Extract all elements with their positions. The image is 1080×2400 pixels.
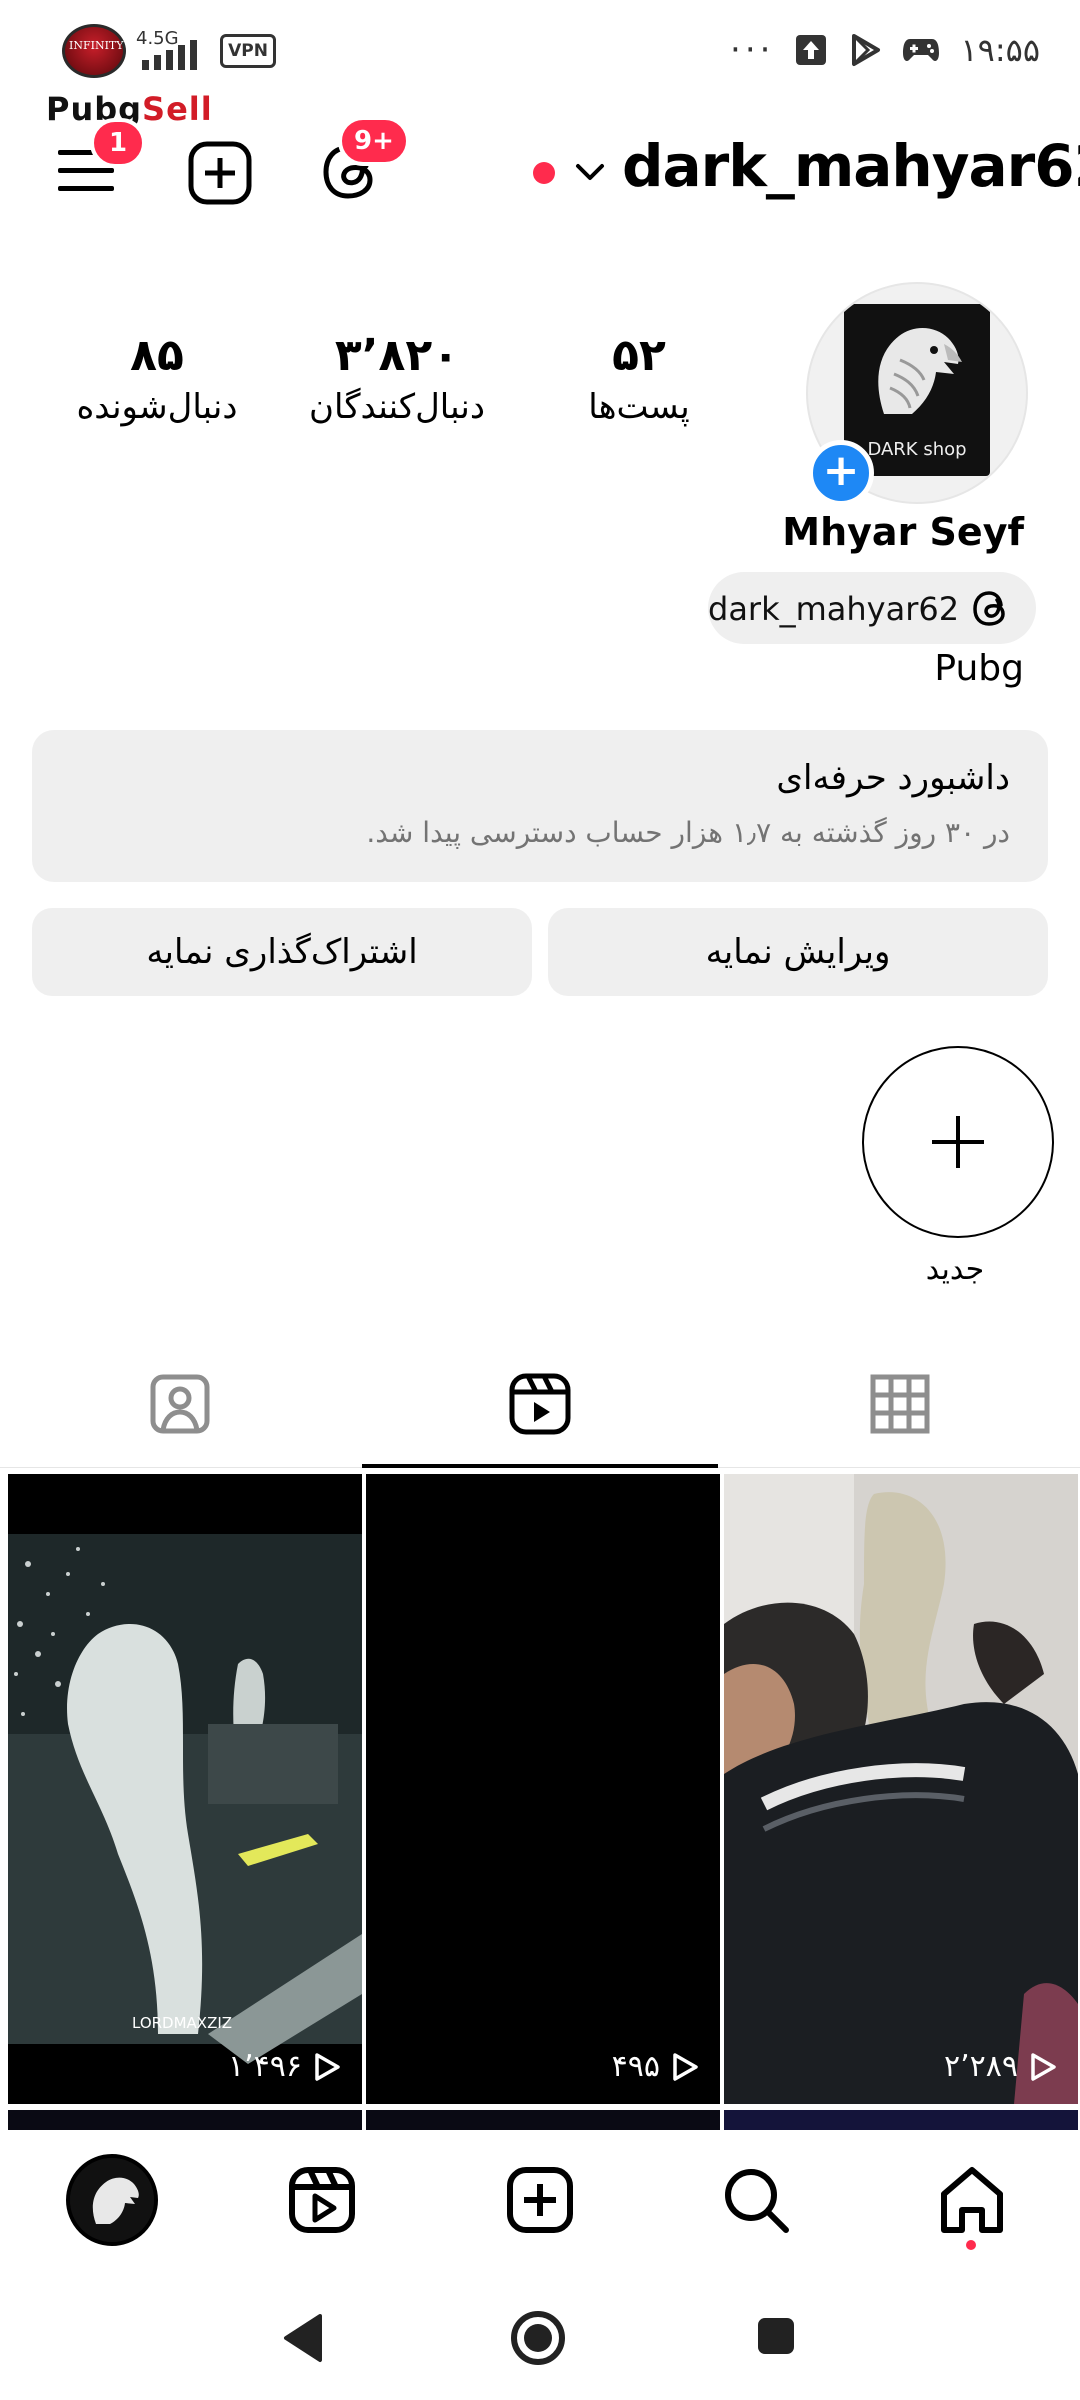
reel-view-count: ۴۹۵ xyxy=(611,2049,660,2084)
active-tab-indicator xyxy=(362,1464,718,1468)
threads-notification-badge: 9+ xyxy=(338,116,410,166)
threads-handle: dark_mahyar62 xyxy=(708,590,960,628)
bottom-navigation xyxy=(0,2136,1080,2276)
create-post-icon[interactable] xyxy=(187,140,253,206)
back-icon[interactable] xyxy=(280,2312,326,2364)
home-icon[interactable] xyxy=(932,2160,1012,2240)
play-icon xyxy=(1031,2052,1056,2081)
gamepad-icon xyxy=(903,39,940,61)
home-system-icon[interactable] xyxy=(508,2308,568,2368)
display-name: Mhyar Seyf xyxy=(782,510,1024,554)
following-stat[interactable]: ۸۵ دنبال‌شونده xyxy=(42,330,272,427)
home-notification-dot xyxy=(966,2240,976,2250)
followers-label: دنبال‌کنندگان xyxy=(309,387,485,427)
new-highlight-label: جدید xyxy=(925,1252,985,1287)
tagged-person-icon xyxy=(150,1374,210,1434)
account-status-dot xyxy=(533,162,555,184)
add-story-plus-icon[interactable]: + xyxy=(808,440,874,506)
plus-icon xyxy=(932,1116,984,1168)
nav-profile-avatar[interactable] xyxy=(66,2154,158,2246)
dashboard-subtitle: در ۳۰ روز گذشته به ۱٫۷ هزار حساب دسترسی … xyxy=(366,816,1010,849)
reel-views: ۱٬۴۹۶ xyxy=(228,2049,342,2084)
grid-icon xyxy=(870,1374,930,1434)
posts-label: پست‌ها xyxy=(588,387,690,427)
tab-reels[interactable] xyxy=(360,1340,720,1470)
reel-views: ۴۹۵ xyxy=(612,2049,700,2084)
reels-grid: LORDMAXZIZ ۱٬۴۹۶ ۴۹۵ ۲٬۲۸۹ xyxy=(8,1474,1080,2104)
status-bar: INFINITY PubgSell 4.5G VPN ··· ۱۹:۵۵ xyxy=(0,0,1080,128)
new-highlight-button[interactable] xyxy=(862,1046,1054,1238)
avatar-image: DARK shop xyxy=(844,304,990,476)
edit-profile-button[interactable]: ویرایش نمایه xyxy=(548,908,1048,996)
vpn-indicator: VPN xyxy=(220,34,276,68)
create-nav-icon[interactable] xyxy=(500,2160,580,2240)
reel-1-image xyxy=(8,1534,362,2064)
status-right: ··· ۱۹:۵۵ xyxy=(730,30,1040,70)
clock: ۱۹:۵۵ xyxy=(960,31,1040,69)
play-icon xyxy=(315,2052,340,2081)
threads-icon xyxy=(973,591,1005,626)
reels-nav-icon[interactable] xyxy=(282,2160,362,2240)
dashboard-title: داشبورد حرفه‌ای xyxy=(776,758,1010,798)
search-icon[interactable] xyxy=(716,2160,796,2240)
reel-views: ۲٬۲۸۹ xyxy=(944,2049,1058,2084)
tab-grid[interactable] xyxy=(720,1340,1080,1470)
tab-tagged[interactable] xyxy=(0,1340,360,1470)
reel-thumbnail-partial[interactable] xyxy=(724,2110,1078,2130)
account-switcher-username[interactable]: dark_mahyar62 xyxy=(622,132,1080,200)
threads-profile-link[interactable]: dark_mahyar62 xyxy=(708,572,1036,644)
followers-count: ۳٬۸۲۰ xyxy=(334,330,460,381)
reel-view-count: ۲٬۲۸۹ xyxy=(944,2049,1018,2084)
following-count: ۸۵ xyxy=(130,330,184,381)
more-dots-icon: ··· xyxy=(730,30,775,70)
signal-icon xyxy=(142,40,197,70)
reel-thumbnail[interactable]: ۲٬۲۸۹ xyxy=(724,1474,1078,2104)
profile-bio: Pubg xyxy=(934,648,1024,689)
reel-thumbnail-partial[interactable] xyxy=(8,2110,362,2130)
reels-icon xyxy=(509,1373,571,1435)
reel-watermark: LORDMAXZIZ xyxy=(132,2014,233,2032)
play-icon xyxy=(673,2052,698,2081)
system-navigation-bar xyxy=(0,2276,1080,2400)
recents-icon[interactable] xyxy=(754,2314,798,2358)
eagle-logo-icon xyxy=(878,327,962,414)
upload-icon xyxy=(796,35,827,65)
posts-count: ۵۲ xyxy=(612,330,666,381)
share-profile-button[interactable]: اشتراک‌گذاری نمایه xyxy=(32,908,532,996)
profile-tabs xyxy=(0,1340,1080,1470)
menu-notification-badge: 1 xyxy=(90,118,146,168)
posts-stat[interactable]: ۵۲ پست‌ها xyxy=(524,330,754,427)
reel-thumbnail[interactable]: ۴۹۵ xyxy=(366,1474,720,2104)
play-store-icon xyxy=(852,34,881,66)
following-label: دنبال‌شونده xyxy=(76,387,238,427)
reel-thumbnail[interactable]: LORDMAXZIZ ۱٬۴۹۶ xyxy=(8,1474,362,2104)
professional-dashboard[interactable]: داشبورد حرفه‌ای در ۳۰ روز گذشته به ۱٫۷ ه… xyxy=(32,730,1048,882)
chevron-down-icon[interactable] xyxy=(570,152,610,192)
reels-grid-next-row xyxy=(8,2110,1080,2130)
reel-thumbnail-partial[interactable] xyxy=(366,2110,720,2130)
reel-view-count: ۱٬۴۹۶ xyxy=(228,2049,302,2084)
reel-3-image xyxy=(724,1474,1078,2104)
eagle-logo-icon xyxy=(70,2158,154,2242)
brand-logo-badge: INFINITY xyxy=(62,24,126,78)
followers-stat[interactable]: ۳٬۸۲۰ دنبال‌کنندگان xyxy=(282,330,512,427)
